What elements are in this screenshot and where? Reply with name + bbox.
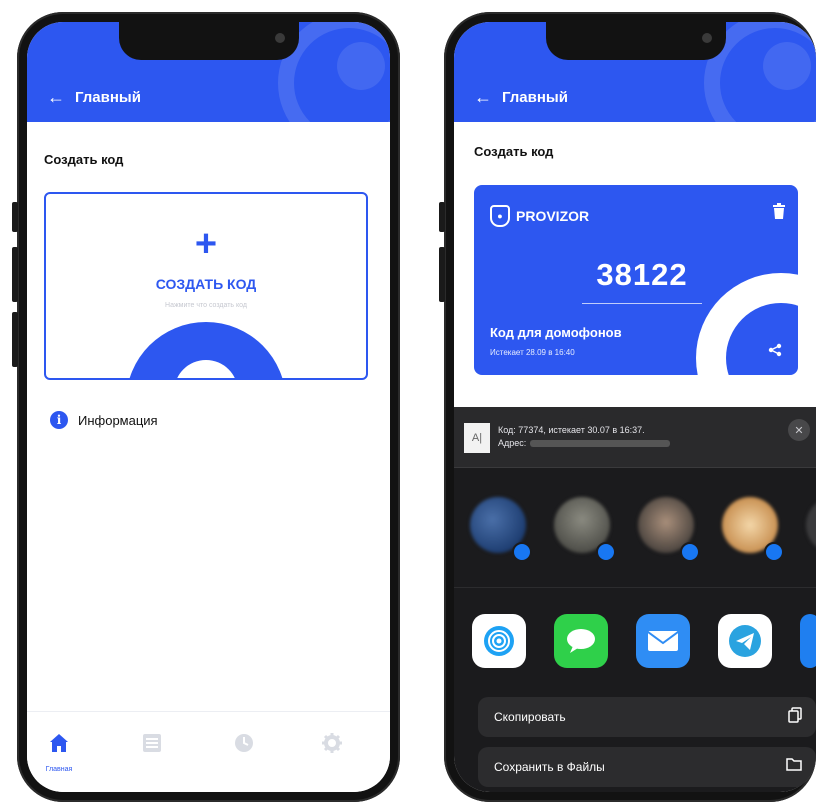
info-label: Информация (78, 412, 158, 428)
right-screen: ← Главный Создать код ● PROVIZOR 38122 К… (454, 22, 816, 792)
info-row[interactable]: i Информация (50, 411, 158, 429)
side-button (439, 247, 445, 302)
copy-label: Скопировать (494, 710, 566, 724)
brand-name: PROVIZOR (516, 208, 590, 224)
close-button[interactable]: ✕ (788, 419, 810, 441)
contact-avatar[interactable] (806, 497, 816, 553)
share-preview-line1: Код: 77374, истекает 30.07 в 16:37. (498, 425, 645, 435)
left-screen: ← Главный Создать код + СОЗДАТЬ КОД Нажм… (27, 22, 390, 792)
code-title: Код для домофонов (490, 325, 622, 340)
access-code-card: ● PROVIZOR 38122 Код для домофонов Истек… (474, 185, 798, 375)
back-nav[interactable]: ← Главный (474, 87, 568, 108)
create-code-card[interactable]: + СОЗДАТЬ КОД Нажмите что создать код (44, 192, 368, 380)
gear-icon (322, 733, 342, 753)
decorative-ring (696, 273, 798, 375)
side-button (12, 312, 18, 367)
apps-row (454, 587, 816, 688)
copy-action[interactable]: Скопировать (478, 697, 816, 737)
side-button (12, 202, 18, 232)
list-icon (143, 734, 161, 752)
share-icon[interactable] (768, 343, 782, 360)
share-sheet: A| Код: 77374, истекает 30.07 в 16:37. А… (454, 407, 816, 792)
code-expiry: Истекает 28.09 в 16:40 (490, 348, 575, 357)
folder-icon (786, 757, 802, 775)
mail-icon[interactable] (636, 614, 690, 668)
divider (582, 303, 702, 304)
header-decoration (763, 42, 811, 90)
notch (119, 22, 299, 60)
copy-icon (788, 707, 802, 727)
back-nav[interactable]: ← Главный (47, 87, 141, 108)
create-code-hint: Нажмите что создать код (165, 302, 247, 309)
shield-icon: ● (490, 205, 510, 227)
airdrop-icon[interactable] (472, 614, 526, 668)
trash-icon[interactable] (772, 203, 786, 223)
side-button (439, 202, 445, 232)
home-icon (50, 734, 68, 752)
address-label: Адрес: (498, 438, 527, 448)
tab-list[interactable] (137, 732, 167, 759)
right-phone: ← Главный Создать код ● PROVIZOR 38122 К… (439, 12, 816, 802)
plus-icon[interactable]: + (46, 224, 366, 264)
tab-home[interactable]: Главная (44, 732, 74, 773)
tab-history[interactable] (229, 732, 259, 759)
messenger-icon (596, 542, 616, 562)
share-preview: A| Код: 77374, истекает 30.07 в 16:37. А… (454, 407, 816, 468)
section-title: Создать код (474, 144, 554, 159)
tab-settings[interactable] (317, 732, 347, 759)
arrow-left-icon[interactable]: ← (47, 87, 65, 108)
blurred-address (530, 440, 671, 448)
save-to-files-label: Сохранить в Файлы (494, 760, 605, 774)
header-title: Главный (502, 89, 568, 106)
telegram-icon[interactable] (718, 614, 772, 668)
save-to-files-action[interactable]: Сохранить в Файлы (478, 747, 816, 787)
share-preview-line2: Адрес: (498, 438, 671, 448)
text-document-icon: A| (464, 423, 490, 453)
messenger-icon (764, 542, 784, 562)
info-icon: i (50, 411, 68, 429)
tab-bar: Главная (27, 711, 390, 792)
contacts-row (454, 467, 816, 587)
left-phone: ← Главный Создать код + СОЗДАТЬ КОД Нажм… (12, 12, 400, 802)
clock-icon (235, 734, 253, 752)
messages-icon[interactable] (554, 614, 608, 668)
arrow-left-icon[interactable]: ← (474, 87, 492, 108)
messenger-icon (512, 542, 532, 562)
decorative-ring (126, 322, 286, 378)
provizor-logo: ● PROVIZOR (490, 205, 589, 227)
notch (546, 22, 726, 60)
header-decoration (337, 42, 385, 90)
header-title: Главный (75, 89, 141, 106)
access-code: 38122 (596, 257, 688, 292)
side-button (12, 247, 18, 302)
tab-home-label: Главная (45, 766, 73, 773)
app-icon-partial[interactable] (800, 614, 816, 668)
messenger-icon (680, 542, 700, 562)
create-code-button[interactable]: СОЗДАТЬ КОД (46, 276, 366, 292)
section-title: Создать код (44, 152, 124, 167)
